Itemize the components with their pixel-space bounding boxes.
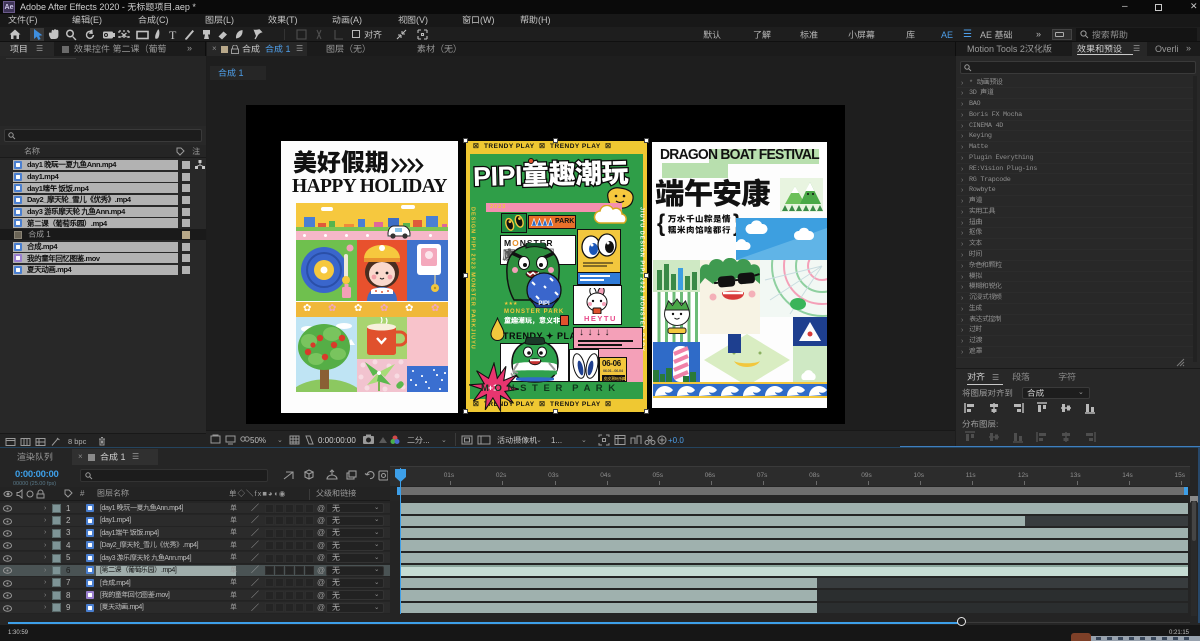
svg-text:PIPI: PIPI (538, 301, 550, 307)
svg-text:T: T (169, 28, 177, 41)
